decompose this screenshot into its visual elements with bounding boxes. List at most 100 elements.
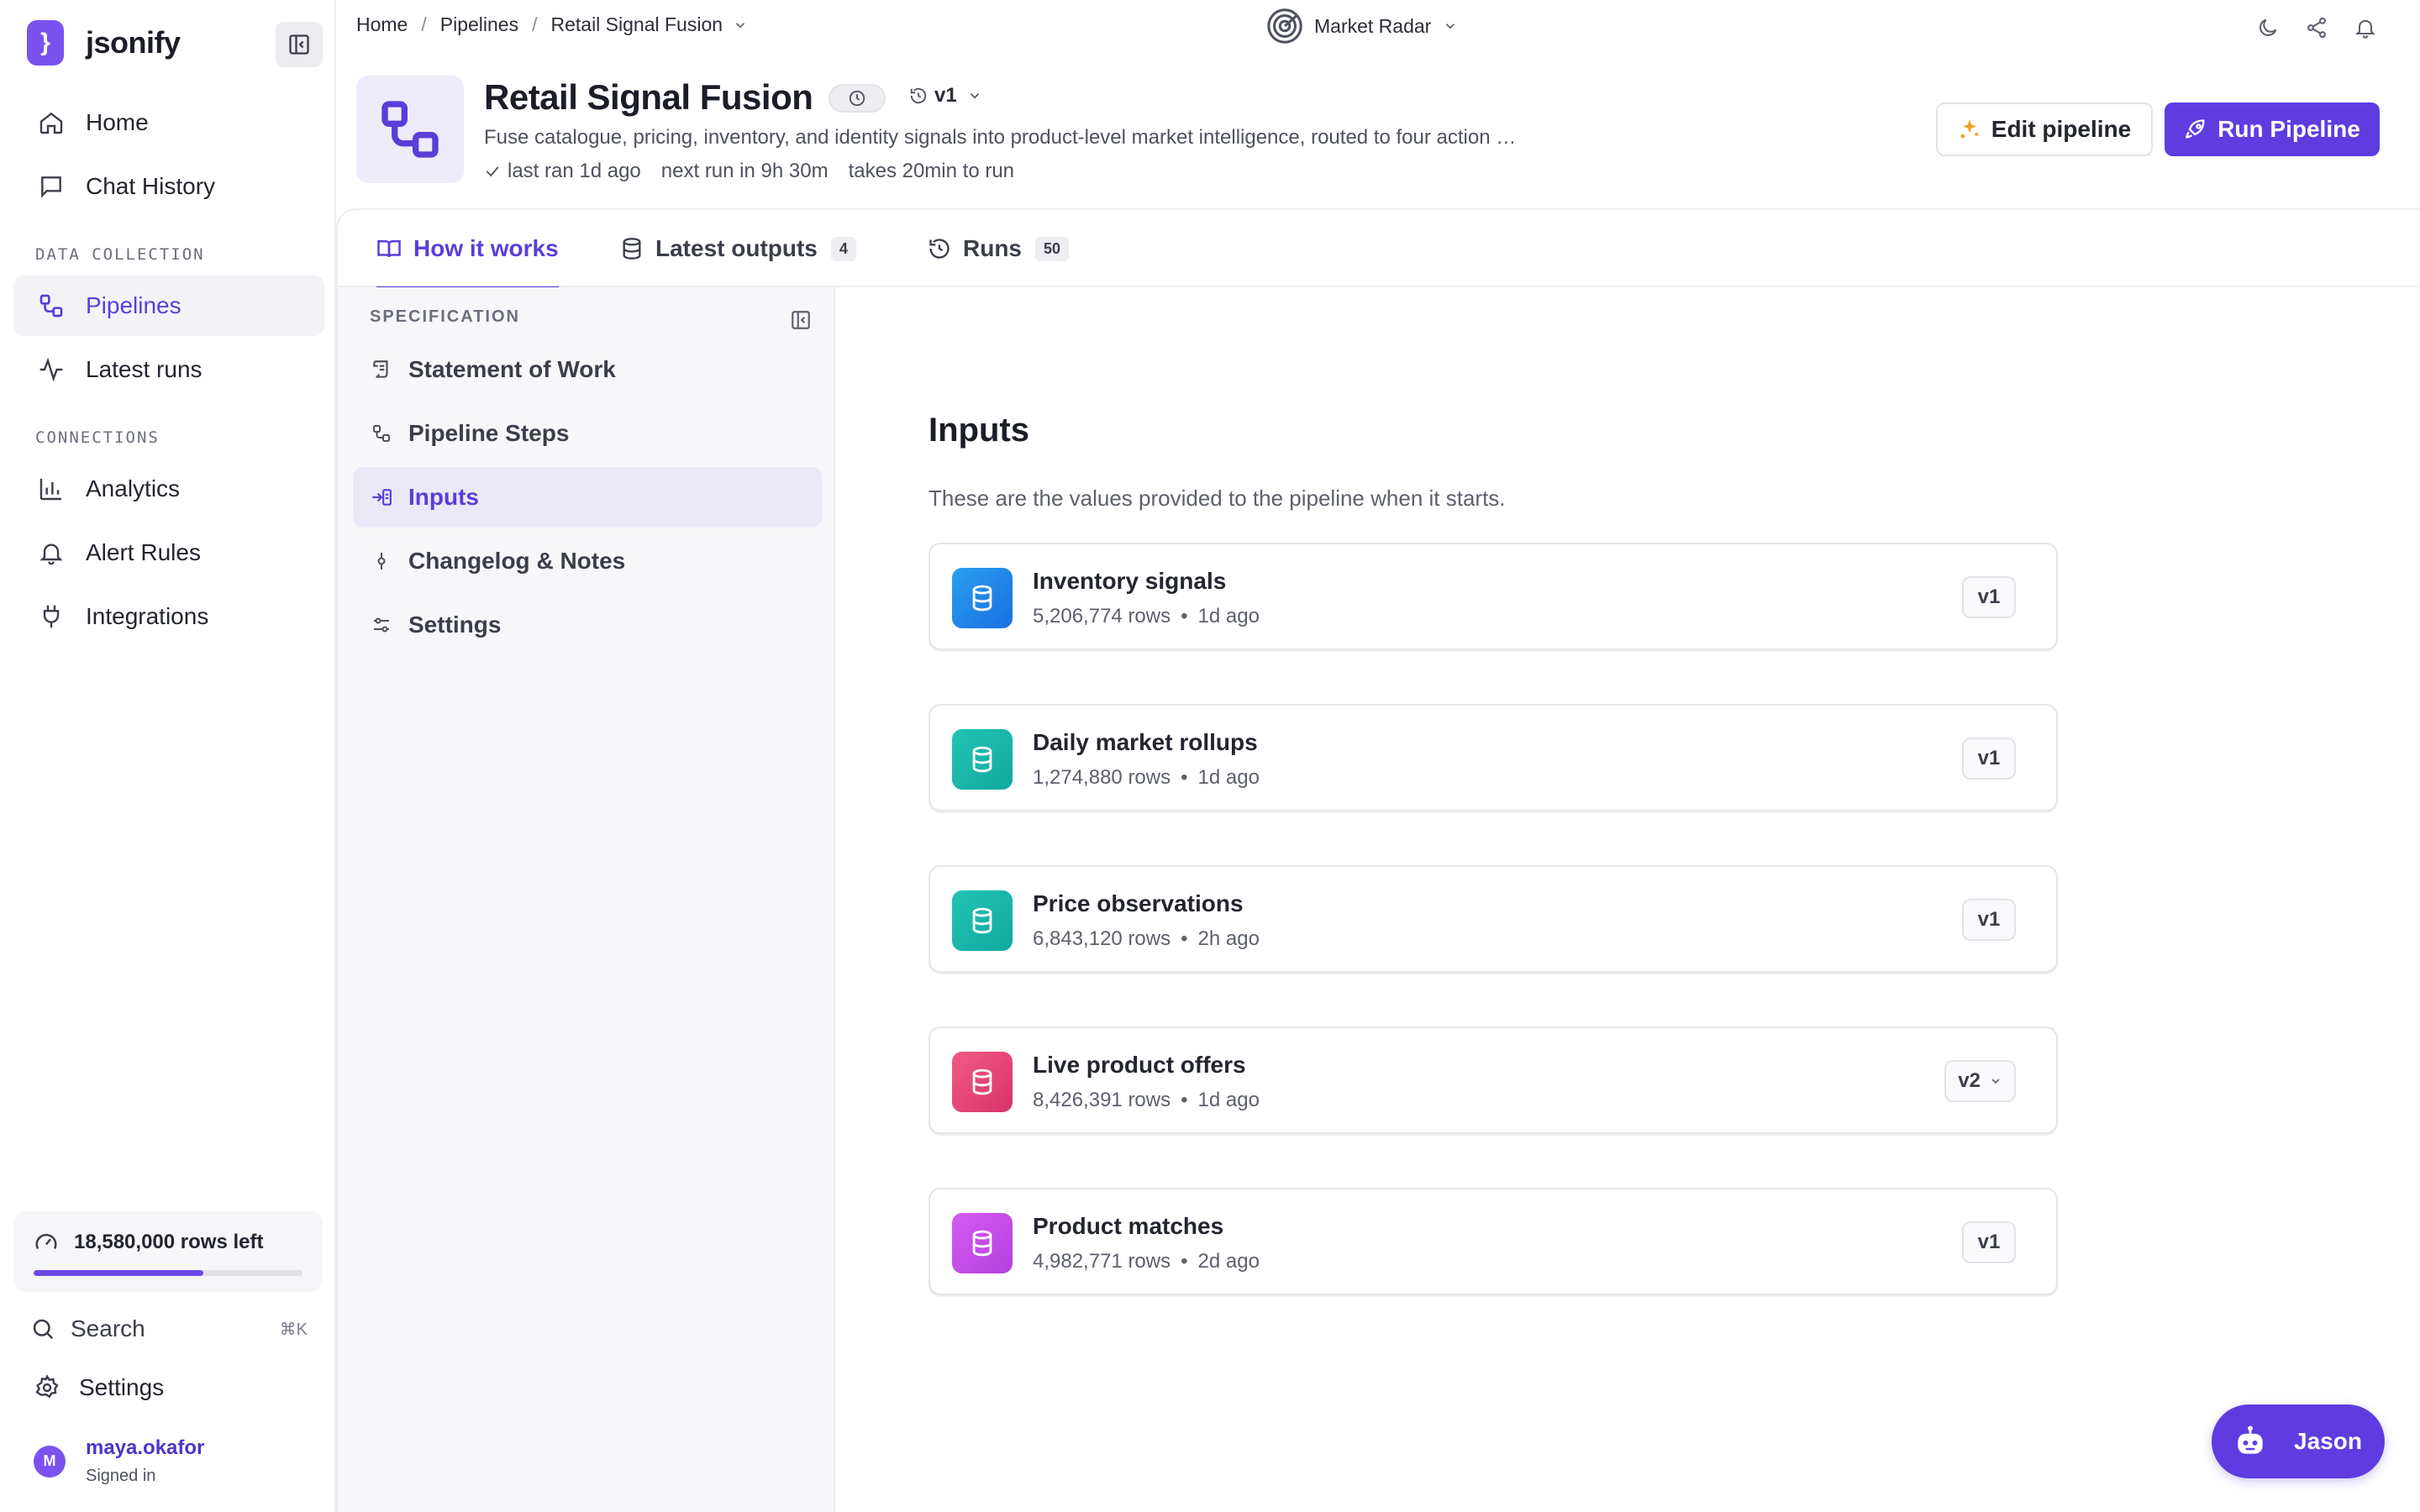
input-age: 2h ago [1197,927,1260,950]
chevron-down-icon[interactable] [733,18,748,33]
sidebar-item-analytics[interactable]: Analytics [13,459,324,519]
search-button[interactable]: Search ⌘K [30,1310,308,1347]
input-version-badge[interactable]: v1 [1962,899,2016,941]
clock-icon [849,90,865,107]
panel-left-icon [289,34,309,55]
rocket-icon [2184,118,2207,141]
panel-left-icon [792,311,810,329]
sparkle-icon [1958,118,1981,141]
usage-progress-fill [34,1270,203,1276]
chevron-down-icon [1446,24,1455,29]
spec-item-label: Settings [408,612,502,638]
sidebar-item-label: Chat History [86,173,216,199]
spec-item-label: Inputs [408,484,479,510]
spec-item-inputs[interactable]: Inputs [353,467,822,528]
section-label-data-collection: DATA COLLECTION [35,245,205,264]
edit-pipeline-button[interactable]: Edit pipeline [1936,102,2153,156]
database-icon [620,237,644,260]
share-icon[interactable] [2302,13,2331,42]
input-age: 1d ago [1197,766,1260,789]
input-meta: 1,274,880 rows • 1d ago [1033,766,1260,789]
database-icon [952,1052,1013,1112]
input-rows: 5,206,774 rows [1033,605,1171,627]
page-title: Retail Signal Fusion [484,77,813,117]
sidebar-item-alert-rules[interactable]: Alert Rules [13,522,324,583]
workspace-name: Market Radar [1314,14,1432,37]
tab-how-it-works[interactable]: How it works [376,210,559,289]
input-name: Price observations [1033,890,1244,916]
sidebar-settings-button[interactable]: Settings [34,1374,164,1401]
top-actions [2254,13,2380,42]
spec-item-label: Changelog & Notes [408,548,626,574]
bar-chart-icon [35,473,67,505]
input-card[interactable]: Product matches 4,982,771 rows • 2d ago v1 [929,1188,2058,1295]
history-icon [909,87,928,105]
input-version-badge[interactable]: v1 [1962,738,2016,780]
spec-item-pipeline-steps[interactable]: Pipeline Steps [353,403,822,464]
chat-icon [35,171,67,202]
input-card[interactable]: Price observations 6,843,120 rows • 2h ago… [929,865,2058,973]
schedule-button[interactable] [829,84,886,113]
section-label-connections: CONNECTIONS [35,428,160,447]
input-rows: 4,982,771 rows [1033,1250,1171,1273]
settings-label: Settings [79,1374,165,1400]
next-run: next run in 9h 30m [660,160,829,182]
tab-runs[interactable]: Runs 50 [928,210,1070,287]
bell-icon[interactable] [2351,13,2380,42]
usage-card[interactable]: 18,580,000 rows left [13,1211,323,1292]
plug-icon [35,601,67,633]
brand[interactable]: } jsonify [27,20,181,66]
spec-item-settings[interactable]: Settings [353,595,822,655]
run-meta: last ran 1d ago next run in 9h 30m takes… [484,160,1034,183]
breadcrumb-home[interactable]: Home [356,13,408,36]
git-commit-icon [370,551,393,571]
breadcrumb-current[interactable]: Retail Signal Fusion [550,13,723,36]
chat-assistant-button[interactable]: Jason [2212,1404,2385,1478]
spec-item-changelog[interactable]: Changelog & Notes [353,531,822,591]
input-card[interactable]: Inventory signals 5,206,774 rows • 1d ago … [929,543,2058,650]
robot-icon [2232,1423,2269,1460]
input-name: Inventory signals [1033,568,1227,594]
workspace-selector[interactable]: Market Radar [1265,7,1458,45]
chevron-down-icon [970,93,979,99]
input-rows: 1,274,880 rows [1033,766,1171,789]
sidebar-item-integrations[interactable]: Integrations [13,586,324,647]
run-pipeline-label: Run Pipeline [2217,116,2360,142]
bell-icon [35,537,67,569]
sidebar-item-home[interactable]: Home [13,92,324,153]
moon-icon[interactable] [2254,13,2282,42]
input-card[interactable]: Live product offers 8,426,391 rows • 1d ag… [929,1026,2058,1134]
sidebar-collapse-button[interactable] [276,22,323,67]
pipeline-icon [35,290,67,322]
breadcrumb-pipelines[interactable]: Pipelines [440,13,518,36]
home-icon [35,107,67,139]
chevron-down-icon [1989,1074,2002,1088]
sliders-icon [370,615,393,635]
version-selector[interactable]: v1 [909,84,982,108]
edit-pipeline-label: Edit pipeline [1991,116,2132,142]
breadcrumb-separator: / [532,13,538,35]
tab-latest-outputs[interactable]: Latest outputs 4 [620,210,856,287]
input-card[interactable]: Daily market rollups 1,274,880 rows • 1d a… [929,704,2058,811]
chat-assistant-label: Jason [2294,1428,2362,1454]
input-meta: 4,982,771 rows • 2d ago [1033,1250,1260,1273]
tab-label: Runs [963,235,1022,261]
sidebar-item-pipelines[interactable]: Pipelines [13,276,324,336]
input-version-badge[interactable]: v1 [1962,576,2016,618]
spec-collapse-button[interactable] [790,309,812,331]
input-age: 2d ago [1197,1250,1260,1273]
input-version-dropdown[interactable]: v2 [1944,1060,2016,1102]
user-profile[interactable]: M maya.okafor Signed in [34,1436,204,1486]
avatar: M [34,1445,66,1478]
sidebar-item-chat-history[interactable]: Chat History [13,156,324,217]
input-meta: 8,426,391 rows • 1d ago [1033,1089,1260,1111]
sidebar: } jsonify Home Chat History DATA COLLECT… [0,0,336,1512]
specification-panel: SPECIFICATION Statement of Work Pipeline… [336,287,835,1512]
user-status: Signed in [86,1467,156,1485]
run-pipeline-button[interactable]: Run Pipeline [2165,102,2380,156]
sidebar-item-latest-runs[interactable]: Latest runs [13,339,324,400]
spec-item-statement-of-work[interactable]: Statement of Work [353,339,822,400]
input-version-badge[interactable]: v1 [1962,1221,2016,1263]
usage-progress-bar [34,1270,302,1276]
breadcrumb: Home / Pipelines / Retail Signal Fusion [356,13,748,36]
